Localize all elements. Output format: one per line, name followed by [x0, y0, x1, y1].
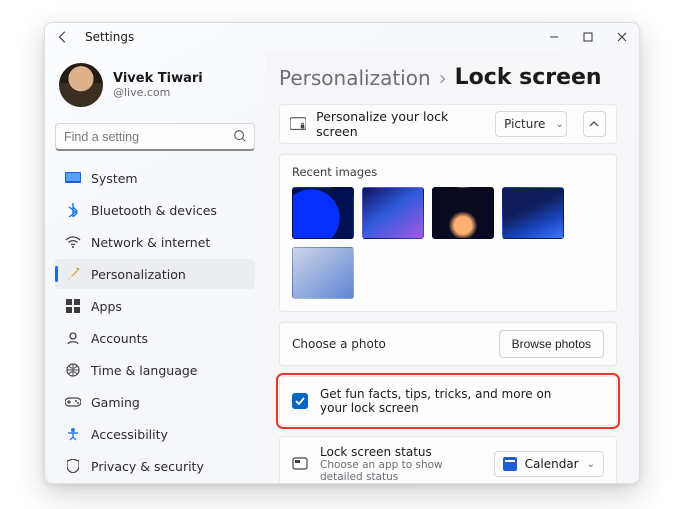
sidebar-item-accessibility[interactable]: Accessibility	[55, 419, 255, 449]
sidebar-item-label: Time & language	[91, 363, 197, 378]
sidebar-item-label: Accessibility	[91, 427, 168, 442]
personalize-mode-select[interactable]: Picture ⌄	[495, 111, 566, 137]
accessibility-icon	[65, 426, 81, 442]
calendar-icon	[503, 457, 517, 471]
shield-icon	[65, 458, 81, 474]
sidebar-item-gaming[interactable]: Gaming	[55, 387, 255, 417]
search-field[interactable]	[55, 123, 255, 151]
profile-email: @live.com	[113, 86, 203, 99]
choose-photo-label: Choose a photo	[292, 337, 386, 351]
profile-block[interactable]: Vivek Tiwari @live.com	[55, 59, 255, 119]
sidebar-item-system[interactable]: System	[55, 163, 255, 193]
maximize-button[interactable]	[571, 23, 605, 51]
recent-images-section: Recent images	[279, 154, 617, 312]
chevron-right-icon: ›	[439, 66, 447, 90]
window-title: Settings	[85, 30, 134, 44]
sidebar-item-personalization[interactable]: Personalization	[55, 259, 255, 289]
sidebar-item-label: Network & internet	[91, 235, 210, 250]
chevron-down-icon: ⌄	[587, 459, 595, 470]
breadcrumb-parent[interactable]: Personalization	[279, 66, 431, 90]
fun-facts-checkbox-row[interactable]: Get fun facts, tips, tricks, and more on…	[279, 376, 617, 426]
breadcrumb: Personalization › Lock screen	[279, 65, 617, 90]
personalize-lock-screen-label: Personalize your lock screen	[316, 109, 475, 139]
gaming-icon	[65, 394, 81, 410]
expand-section-button[interactable]	[583, 111, 606, 137]
apps-icon	[65, 298, 81, 314]
status-app-select[interactable]: Calendar ⌄	[494, 451, 604, 477]
close-icon	[617, 32, 627, 42]
profile-name: Vivek Tiwari	[113, 71, 203, 86]
sidebar-item-label: Gaming	[91, 395, 140, 410]
sidebar-item-network[interactable]: Network & internet	[55, 227, 255, 257]
sidebar-item-label: System	[91, 171, 138, 186]
avatar	[59, 63, 103, 107]
search-icon	[233, 129, 247, 146]
recent-images-label: Recent images	[292, 165, 604, 179]
search-input[interactable]	[55, 123, 255, 151]
sidebar-nav: System Bluetooth & devices Network & int…	[55, 163, 255, 484]
minimize-button[interactable]	[537, 23, 571, 51]
lock-screen-status-title: Lock screen status	[320, 445, 482, 459]
sidebar-item-accounts[interactable]: Accounts	[55, 323, 255, 353]
paintbrush-icon	[65, 266, 81, 282]
recent-image-thumb[interactable]	[432, 187, 494, 239]
choose-photo-row: Choose a photo Browse photos	[279, 322, 617, 366]
time-language-icon	[65, 362, 81, 378]
sidebar: Vivek Tiwari @live.com System Bluetooth …	[45, 51, 265, 483]
lock-screen-status-icon	[292, 456, 308, 472]
chevron-down-icon: ⌄	[555, 119, 563, 130]
main-pane: Personalization › Lock screen Personaliz…	[265, 51, 639, 483]
settings-window: Settings Vivek Tiwari @live.com	[44, 22, 640, 484]
maximize-icon	[583, 32, 593, 42]
lock-screen-status-subtitle: Choose an app to show detailed status	[320, 459, 482, 483]
chevron-up-icon	[588, 118, 600, 130]
system-icon	[65, 170, 81, 186]
recent-image-thumb[interactable]	[502, 187, 564, 239]
sidebar-item-label: Bluetooth & devices	[91, 203, 217, 218]
status-app-value: Calendar	[525, 457, 579, 471]
recent-images-grid	[292, 187, 604, 299]
sidebar-item-windows-update[interactable]: Windows Update	[55, 483, 255, 484]
minimize-icon	[549, 32, 559, 42]
recent-image-thumb[interactable]	[362, 187, 424, 239]
checkmark-icon	[294, 395, 306, 407]
personalize-mode-value: Picture	[504, 117, 545, 131]
lock-screen-status-row: Lock screen status Choose an app to show…	[279, 436, 617, 483]
fun-facts-checkbox[interactable]	[292, 393, 308, 409]
bluetooth-icon	[65, 202, 81, 218]
sidebar-item-apps[interactable]: Apps	[55, 291, 255, 321]
personalize-lock-screen-row: Personalize your lock screen Picture ⌄	[279, 104, 617, 144]
sidebar-item-label: Privacy & security	[91, 459, 204, 474]
sidebar-item-bluetooth[interactable]: Bluetooth & devices	[55, 195, 255, 225]
recent-image-thumb[interactable]	[292, 187, 354, 239]
lock-screen-icon	[290, 117, 306, 131]
browse-photos-button[interactable]: Browse photos	[499, 330, 604, 358]
sidebar-item-label: Apps	[91, 299, 122, 314]
sidebar-item-label: Personalization	[91, 267, 186, 282]
page-title: Lock screen	[455, 65, 602, 90]
titlebar: Settings	[45, 23, 639, 51]
fun-facts-label: Get fun facts, tips, tricks, and more on…	[320, 387, 580, 415]
accounts-icon	[65, 330, 81, 346]
close-button[interactable]	[605, 23, 639, 51]
sidebar-item-label: Accounts	[91, 331, 148, 346]
back-arrow-icon	[56, 30, 70, 44]
sidebar-item-privacy-security[interactable]: Privacy & security	[55, 451, 255, 481]
wifi-icon	[65, 234, 81, 250]
sidebar-item-time-language[interactable]: Time & language	[55, 355, 255, 385]
recent-image-thumb[interactable]	[292, 247, 354, 299]
back-button[interactable]	[55, 29, 71, 45]
